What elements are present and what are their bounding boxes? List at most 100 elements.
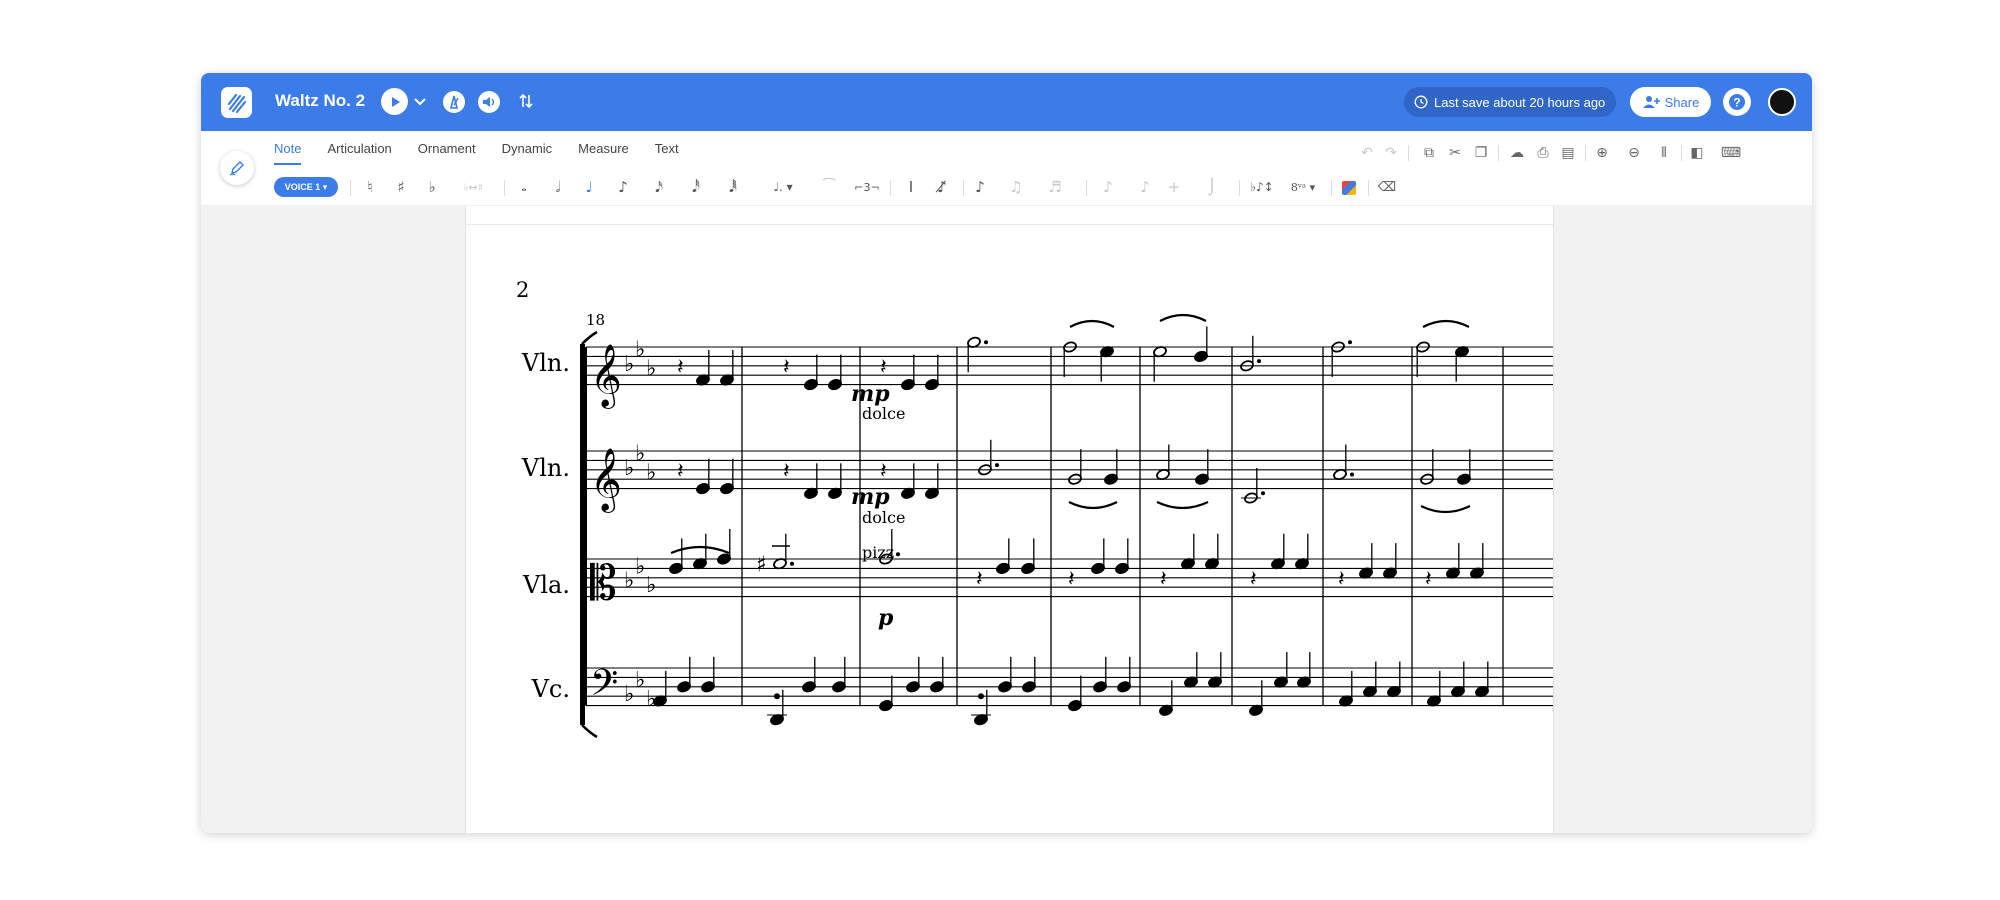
quarter-rest: 𝄽 [1068, 567, 1075, 592]
layout-icon[interactable]: ▤ [1558, 142, 1578, 164]
sharp-icon[interactable]: ♯ [392, 176, 410, 198]
bass-clef: 𝄢 [590, 662, 618, 713]
quarter-note [925, 379, 939, 391]
app-logo-icon[interactable] [221, 87, 252, 118]
divider [1498, 145, 1499, 161]
stem-icon[interactable]: ♪ [1100, 176, 1116, 198]
tuplet-icon[interactable]: ⌐3¬ [854, 176, 880, 198]
dotted-note-icon[interactable]: ♩. ▾ [766, 176, 800, 198]
keyboard-icon[interactable]: ⌨ [1721, 142, 1741, 164]
tab-ornament[interactable]: Ornament [418, 141, 476, 165]
stem2-icon[interactable]: ♪ [1137, 176, 1153, 198]
redo-icon[interactable]: ↷ [1381, 142, 1401, 164]
score-canvas[interactable]: 2 18 Vln. Vln. Vla. Vc. 𝄞𝄞𝄡𝄢♭♭♭♭♭♭♭♭♭♭♭♭… [466, 206, 1553, 833]
tab-articulation[interactable]: Articulation [327, 141, 391, 165]
delete-icon[interactable]: ⌫ [1377, 176, 1397, 198]
cloud-icon[interactable]: ☁ [1507, 142, 1527, 164]
cut-icon[interactable]: ✂ [1445, 142, 1465, 164]
half-note-icon[interactable]: 𝅗𝅥 [550, 176, 566, 198]
quarter-note [1195, 473, 1209, 485]
64th-note-icon[interactable]: 𝅘𝅥𝅱 [725, 176, 741, 198]
augmentation-dot [1348, 340, 1352, 345]
quarter-note [832, 681, 846, 693]
natural-icon[interactable]: ♮ [361, 176, 379, 198]
play-button[interactable] [381, 88, 408, 115]
divider [1585, 145, 1586, 161]
quarter-note [1091, 562, 1105, 574]
beam-icon[interactable]: ♫ [1007, 176, 1025, 198]
slur [1159, 313, 1207, 322]
32nd-note-icon[interactable]: 𝅘𝅥𝅰 [688, 176, 704, 198]
help-icon: ? [1729, 94, 1745, 110]
slur [670, 545, 730, 555]
save-status-badge[interactable]: Last save about 20 hours ago [1404, 87, 1616, 117]
quarter-rest: 𝄽 [880, 459, 887, 484]
staff-name-violin-2: Vln. [521, 454, 570, 482]
key-flat: ♭ [646, 461, 656, 486]
print-icon[interactable]: ⎙ [1533, 142, 1553, 164]
user-avatar[interactable] [1768, 88, 1796, 116]
pitch-flip-icon[interactable]: ♭♪↕ [1250, 176, 1274, 198]
tab-note[interactable]: Note [274, 141, 302, 165]
cursor-icon[interactable]: I [904, 176, 918, 198]
zoom-in-icon[interactable]: ⊕ [1592, 142, 1612, 164]
copy-icon[interactable]: ⧉ [1419, 142, 1439, 164]
ottava-icon[interactable]: 8ᵛᵃ ▾ [1287, 176, 1319, 198]
undo-icon[interactable]: ↶ [1357, 142, 1377, 164]
play-icon [391, 96, 400, 107]
sixteenth-note-icon[interactable]: 𝅘𝅥𝅯 [651, 176, 667, 198]
score-title[interactable]: Waltz No. 2 [275, 91, 365, 111]
pen-icon [229, 161, 244, 176]
quarter-note [1093, 681, 1107, 693]
divider [1368, 180, 1369, 196]
alto-clef: 𝄡 [590, 556, 617, 612]
help-button[interactable]: ? [1723, 88, 1751, 116]
quarter-note [669, 562, 683, 574]
barlines-icon[interactable]: ⦀ [1654, 142, 1674, 164]
whole-note-icon[interactable]: 𝅝 [516, 176, 532, 198]
share-label: Share [1664, 94, 1700, 110]
divider [504, 180, 505, 196]
swap-icon[interactable] [517, 92, 535, 110]
voice-selector[interactable]: VOICE 1 ▾ [274, 177, 338, 197]
key-flat: ♭ [646, 357, 656, 382]
staff-name-cello: Vc. [531, 675, 570, 703]
key-flat: ♭ [635, 338, 645, 363]
beam2-icon[interactable]: ♬ [1044, 176, 1066, 198]
paste-icon[interactable]: ❐ [1471, 142, 1491, 164]
divider [350, 180, 351, 196]
tab-dynamic[interactable]: Dynamic [502, 141, 553, 165]
tab-measure[interactable]: Measure [578, 141, 629, 165]
staff-name-violin-1: Vln. [521, 349, 570, 377]
divider [1331, 180, 1332, 196]
color-icon[interactable] [1342, 181, 1356, 195]
quarter-note [696, 483, 710, 495]
tie2-icon[interactable]: + [1166, 176, 1182, 198]
divider [890, 180, 891, 196]
notes: 𝄽 𝄽 𝄽 𝄽 𝄽 𝄽 ♯ 𝄽 𝄽 𝄽 𝄽 𝄽 𝄽 [653, 313, 1489, 726]
quarter-note [879, 700, 893, 712]
input-mode-button[interactable] [220, 151, 254, 185]
quarter-note [701, 681, 715, 693]
parts-icon[interactable]: ◧ [1687, 142, 1707, 164]
tab-text[interactable]: Text [655, 141, 679, 165]
zoom-out-icon[interactable]: ⊖ [1624, 142, 1644, 164]
tie-icon[interactable]: ⁀ [819, 176, 839, 198]
metronome-button[interactable] [443, 91, 465, 113]
slash-note-icon[interactable]: ♪̸ [931, 176, 953, 198]
score-page[interactable]: 2 18 Vln. Vln. Vla. Vc. 𝄞 𝄞 𝄡 𝄢 ♭ ♭ ♭ ♭ ♭ ♭ ♭ ♭ ♭ ♭ ♭ ♭… [465, 206, 1554, 833]
quarter-rest: 𝄽 [1338, 567, 1345, 592]
grace-note-icon[interactable]: ♪ [971, 176, 989, 198]
share-button[interactable]: Share [1630, 87, 1711, 117]
quarter-note-icon[interactable]: ♩ [581, 176, 597, 198]
flat-icon[interactable]: ♭ [423, 176, 441, 198]
quarter-rest: 𝄽 [1250, 567, 1257, 592]
playback-options-chevron-icon[interactable] [413, 94, 427, 108]
slur-icon[interactable]: ⌡ [1204, 176, 1220, 198]
expression-dolce-violin-2: dolce [862, 508, 905, 527]
sound-button[interactable] [478, 91, 500, 113]
augmentation-dot [984, 340, 988, 345]
respell-icon[interactable]: ♭↔♯ [457, 176, 489, 198]
metronome-icon [449, 95, 459, 109]
eighth-note-icon[interactable]: ♪ [615, 176, 631, 198]
